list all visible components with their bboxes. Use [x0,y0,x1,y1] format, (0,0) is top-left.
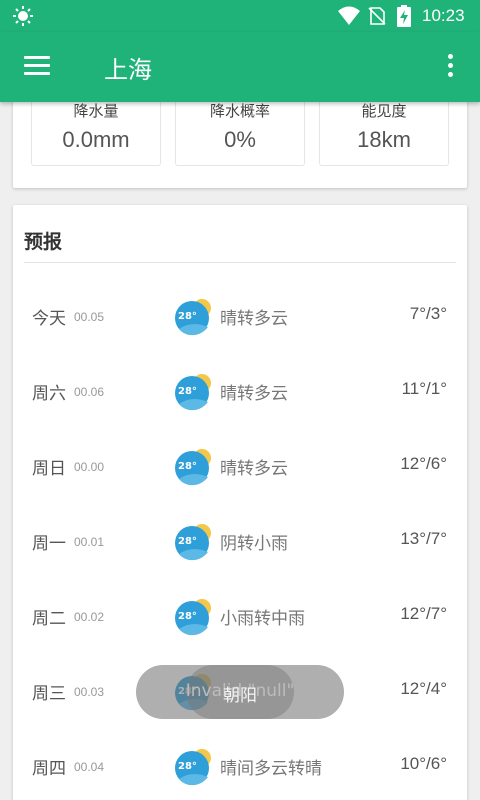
forecast-condition: 小雨转中雨 [220,609,305,629]
forecast-day: 周三 [32,684,66,704]
forecast-date: 00.04 [74,760,105,774]
forecast-condition: 晴转多云 [220,384,288,404]
forecast-day: 周一 [32,534,66,554]
status-bar: 10:23 [0,0,480,32]
status-time: 10:23 [422,6,465,25]
forecast-date: 00.06 [74,385,105,399]
forecast-day: 周四 [32,759,66,779]
forecast-day: 周日 [32,459,66,479]
svg-text:28°: 28° [178,386,197,397]
forecast-condition: 晴转多云 [220,309,288,329]
forecast-date: 00.00 [74,460,105,474]
weather-icon: 28° [175,374,211,411]
svg-text:28°: 28° [178,461,197,472]
forecast-row[interactable]: 今天 00.05 28° 晴转多云 7°/3° [13,280,467,355]
weather-icon: 28° [175,524,211,561]
more-options-icon[interactable] [440,54,460,80]
app-bar: 上海 [0,32,480,102]
forecast-condition: 晴间多云转晴 [220,759,322,779]
metric-value: 0.0mm [62,127,130,152]
metric-label: 降水概率 [209,102,270,120]
forecast-temp: 11°/1° [401,379,447,398]
forecast-title: 预报 [24,231,63,253]
wifi-icon [338,6,360,25]
forecast-date: 00.03 [74,685,105,699]
svg-text:28°: 28° [178,311,197,322]
svg-text:28°: 28° [178,536,197,547]
page-title: 上海 [104,56,152,84]
forecast-date: 00.05 [74,310,105,324]
forecast-temp: 7°/3° [409,304,447,323]
metric-label: 降水量 [73,102,119,120]
forecast-temp: 12°/7° [400,604,447,623]
svg-text:28°: 28° [178,761,197,772]
forecast-row[interactable]: 周六 00.06 28° 晴转多云 11°/1° [13,355,467,430]
forecast-temp: 13°/7° [400,529,447,548]
weather-icon: 28° [175,599,211,636]
forecast-temp: 12°/4° [400,679,447,698]
forecast-date: 00.01 [74,535,105,549]
forecast-day: 周二 [32,609,66,629]
svg-text:28°: 28° [178,611,197,622]
forecast-row[interactable]: 周日 00.00 28° 晴转多云 12°/6° [13,430,467,505]
metric-value: 18km [357,127,411,152]
battery-charging-icon [397,5,411,27]
forecast-day: 周六 [32,384,66,404]
metric-label: 能见度 [361,102,407,120]
no-sim-icon [368,7,386,25]
toast-text: 朝阳 [223,686,257,706]
forecast-temp: 12°/6° [400,454,447,473]
metric-value: 0% [224,127,256,152]
menu-icon[interactable] [24,56,50,76]
weather-icon: 28° [175,449,211,486]
forecast-condition: 阴转小雨 [220,534,288,554]
weather-icon: 28° [175,749,211,786]
weather-icon: 28° [175,299,211,336]
forecast-row[interactable]: 周一 00.01 28° 阴转小雨 13°/7° [13,505,467,580]
forecast-row[interactable]: 周四 00.04 28° 晴间多云转晴 10°/6° [13,730,467,800]
forecast-row[interactable]: 周二 00.02 28° 小雨转中雨 12°/7° [13,580,467,655]
forecast-date: 00.02 [74,610,105,624]
forecast-day: 今天 [32,309,66,329]
brightness-icon [13,6,33,26]
forecast-condition: 晴转多云 [220,459,288,479]
forecast-temp: 10°/6° [400,754,447,773]
divider [24,262,456,263]
toast-message-front: 朝阳 [186,665,294,719]
